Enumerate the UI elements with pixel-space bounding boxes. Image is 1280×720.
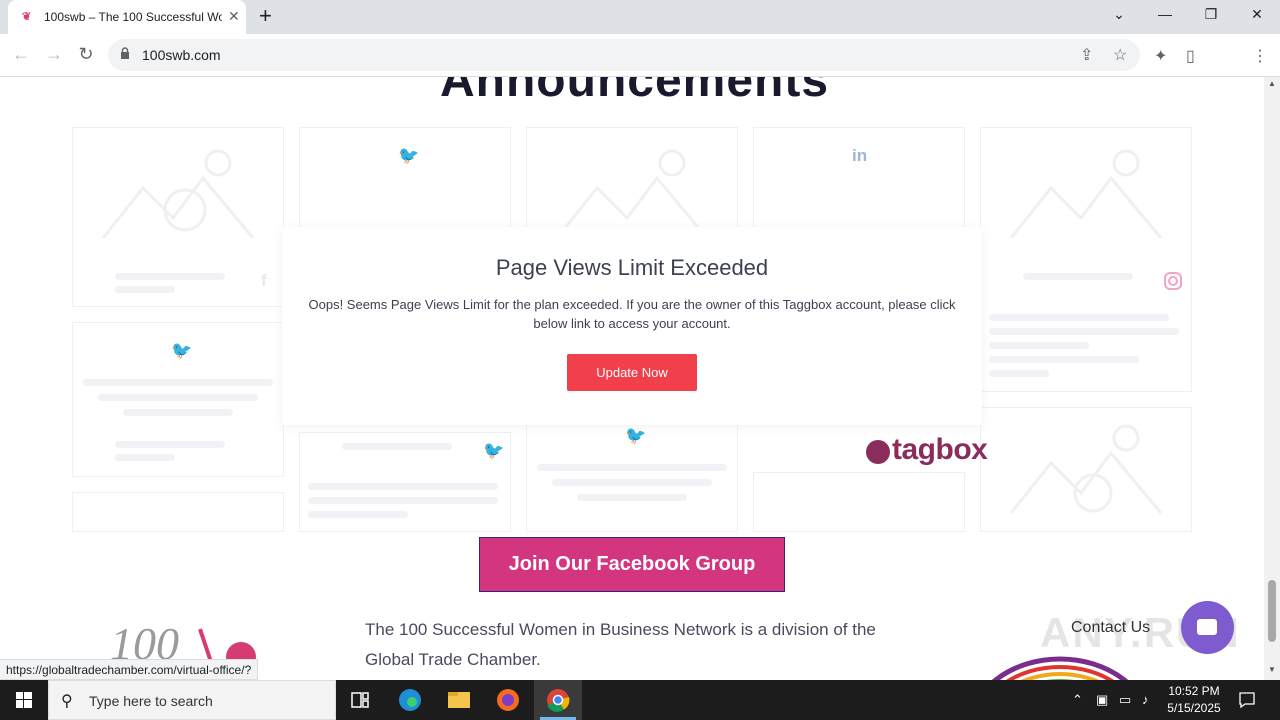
announcements-heading: Announcements <box>440 77 830 107</box>
feed-card-placeholder <box>72 492 284 532</box>
feed-card-placeholder: f <box>72 127 284 307</box>
close-window-button[interactable]: ✕ <box>1245 6 1269 23</box>
chrome-icon[interactable] <box>534 680 582 720</box>
lock-icon <box>121 47 129 59</box>
site-favicon-icon: ❦ <box>22 11 32 23</box>
chat-widget-button[interactable] <box>1181 601 1234 654</box>
address-bar[interactable]: 100swb.com ⇪ ☆ <box>108 39 1140 71</box>
windows-start-icon[interactable] <box>0 680 48 720</box>
taskbar-search-placeholder: Type here to search <box>89 693 213 709</box>
restore-button[interactable]: ❐ <box>1199 6 1223 23</box>
url-text: 100swb.com <box>142 47 221 63</box>
new-tab-button[interactable]: + <box>259 4 272 28</box>
feed-card-placeholder: 🐦 <box>72 322 284 477</box>
contact-us-label[interactable]: Contact Us <box>1071 619 1150 637</box>
device-icon[interactable]: ▣ <box>1096 692 1108 708</box>
page-views-limit-modal: Page Views Limit Exceeded Oops! Seems Pa… <box>282 227 982 425</box>
file-explorer-icon[interactable] <box>435 680 483 720</box>
scrollbar-thumb[interactable] <box>1268 580 1276 642</box>
twitter-icon: 🐦 <box>171 341 193 360</box>
page-scrollbar[interactable]: ▲ ▼ <box>1264 77 1280 680</box>
status-bar-url: https://globaltradechamber.com/virtual-o… <box>0 659 259 680</box>
firefox-icon[interactable] <box>484 680 532 720</box>
scroll-down-icon[interactable]: ▼ <box>1268 665 1276 674</box>
clock-time: 10:52 PM <box>1168 684 1220 698</box>
twitter-icon: 🐦 <box>483 441 505 460</box>
feed-card-placeholder <box>753 472 965 532</box>
tab-title: 100swb – The 100 Successful Wo <box>44 10 222 24</box>
feed-card-placeholder: 🐦 <box>299 432 511 532</box>
tagbox-logo-text: tagbox <box>892 433 988 466</box>
twitter-icon: 🐦 <box>398 146 420 165</box>
minimize-button[interactable]: — <box>1153 6 1177 22</box>
edge-browser-icon[interactable] <box>386 680 434 720</box>
notification-icon[interactable] <box>1238 691 1256 709</box>
forward-button[interactable]: → <box>43 44 65 65</box>
tagbox-logo-icon <box>866 440 890 464</box>
twitter-icon: 🐦 <box>625 426 647 445</box>
search-icon: ⚲ <box>61 693 73 710</box>
show-hidden-icons-icon[interactable]: ⌃ <box>1072 692 1083 708</box>
linkedin-icon: in <box>852 146 868 165</box>
clock-date: 5/15/2025 <box>1167 701 1221 715</box>
image-placeholder-icon <box>1009 424 1163 514</box>
instagram-icon <box>1164 272 1182 290</box>
system-clock[interactable]: 10:52 PM 5/15/2025 <box>1164 683 1224 717</box>
network-icon[interactable]: ▭ <box>1119 692 1131 708</box>
windows-taskbar: ⚲ Type here to search ⌃ ▣ ▭ ♪ 10:52 PM 5… <box>0 680 1280 720</box>
tab-active[interactable]: ❦ 100swb – The 100 Successful Wo ✕ <box>8 0 246 34</box>
footer-description: The 100 Successful Women in Business Net… <box>365 620 876 669</box>
tab-search-dropdown-icon[interactable]: ⌄ <box>1107 6 1131 23</box>
side-panel-icon[interactable]: ▯ <box>1186 46 1195 66</box>
bookmark-star-icon[interactable]: ☆ <box>1113 45 1127 65</box>
tab-bar: ❦ 100swb – The 100 Successful Wo ✕ + ⌄ —… <box>0 0 1280 34</box>
scroll-up-icon[interactable]: ▲ <box>1268 79 1276 88</box>
tab-close-icon[interactable]: ✕ <box>228 8 240 25</box>
image-placeholder-icon <box>101 149 255 239</box>
chat-icon <box>1197 619 1217 635</box>
task-view-icon[interactable] <box>336 680 384 720</box>
taskbar-search-box[interactable]: ⚲ Type here to search <box>48 680 336 720</box>
join-facebook-group-button[interactable]: Join Our Facebook Group <box>479 537 785 592</box>
share-icon[interactable]: ⇪ <box>1080 45 1093 65</box>
extensions-icon[interactable]: ✦ <box>1154 46 1167 66</box>
browser-toolbar: ← → ↻ 100swb.com ⇪ ☆ ✦ ▯ ⋮ <box>0 34 1280 100</box>
update-now-button[interactable]: Update Now <box>567 354 697 391</box>
feed-card-placeholder <box>980 407 1192 532</box>
volume-icon[interactable]: ♪ <box>1142 692 1149 707</box>
modal-message: Oops! Seems Page Views Limit for the pla… <box>308 297 956 331</box>
back-button[interactable]: ← <box>10 44 32 65</box>
modal-title: Page Views Limit Exceeded <box>495 255 769 280</box>
feed-card-placeholder <box>980 127 1192 392</box>
page-viewport: Announcements f 🐦 in 🐦 🐦 🐦 Page Views Li… <box>0 77 1264 680</box>
facebook-icon: f <box>261 271 267 290</box>
feed-card-placeholder: 🐦 <box>526 417 738 532</box>
reload-button[interactable]: ↻ <box>75 44 97 65</box>
browser-menu-icon[interactable]: ⋮ <box>1252 46 1268 66</box>
image-placeholder-icon <box>1009 149 1163 239</box>
